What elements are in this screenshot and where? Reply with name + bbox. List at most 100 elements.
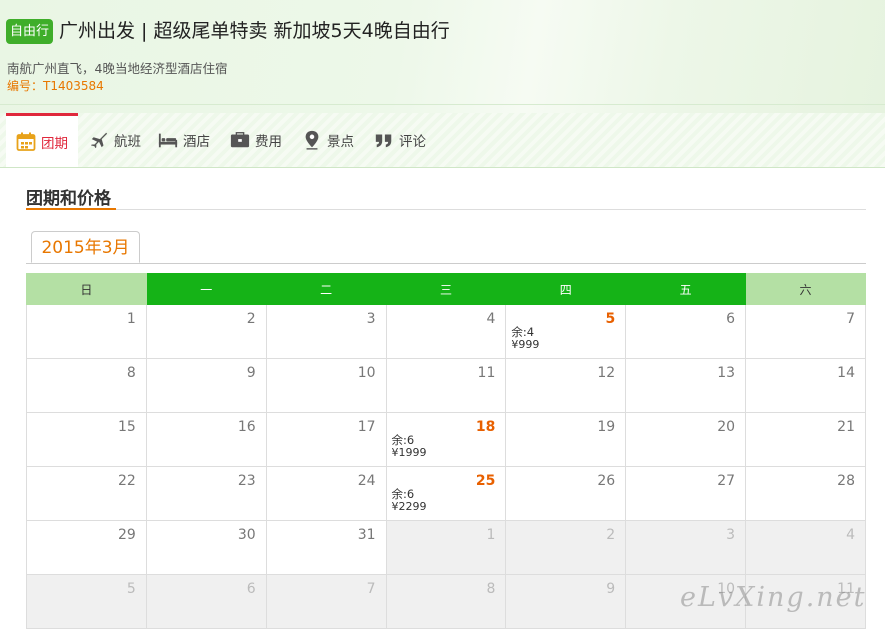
- day-number: 7: [366, 581, 376, 597]
- calendar-week-row: 8 9 10 11 12 13 14: [26, 358, 866, 413]
- weekday-header: 六: [745, 273, 866, 305]
- calendar-day: 28: [745, 466, 866, 521]
- day-price: ¥1999: [391, 446, 427, 459]
- day-number: 6: [246, 581, 256, 597]
- tab-label: 酒店: [183, 134, 210, 150]
- calendar-day: 7: [265, 574, 387, 629]
- day-number: 1: [486, 527, 496, 543]
- day-number: 7: [846, 311, 855, 327]
- day-number: 28: [837, 473, 855, 489]
- weekday-header: 四: [505, 273, 627, 305]
- tab-hotel[interactable]: 酒店: [157, 113, 210, 167]
- section-divider: [26, 209, 866, 210]
- calendar-day: 8: [26, 358, 147, 413]
- weekday-header: 日: [26, 273, 147, 305]
- calendar-day-available[interactable]: 5 余:4 ¥999: [505, 304, 627, 359]
- day-number: 26: [597, 473, 616, 489]
- day-number: 31: [357, 527, 376, 543]
- quote-icon: [373, 129, 395, 151]
- calendar-day-available[interactable]: 18 余:6 ¥1999: [385, 412, 507, 467]
- day-number: 18: [475, 419, 496, 435]
- product-type-badge: 自由行: [6, 19, 53, 44]
- calendar-day: 21: [745, 412, 866, 467]
- location-pin-icon: [301, 129, 323, 151]
- calendar-icon: [15, 131, 37, 153]
- calendar-day-available[interactable]: 25 余:6 ¥2299: [385, 466, 507, 521]
- tab-label: 景点: [327, 134, 354, 150]
- product-header: 自由行 广州出发 | 超级尾单特卖 新加坡5天4晚自由行 南航广州直飞，4晚当地…: [0, 0, 885, 113]
- day-number: 5: [605, 311, 616, 327]
- day-number: 3: [366, 311, 376, 327]
- bed-icon: [157, 129, 179, 151]
- departure-calendar: 日一二三四五六 1 2 3 4 5 余:4 ¥999 6 7 8 9 10 11 12 13 14 15 16 17…: [26, 273, 866, 629]
- day-number: 17: [357, 419, 376, 435]
- day-number: 12: [597, 365, 616, 381]
- calendar-day: 11: [385, 358, 507, 413]
- calendar-day: 4: [385, 304, 507, 359]
- calendar-day: 17: [265, 412, 387, 467]
- weekday-header-row: 日一二三四五六: [26, 273, 866, 305]
- calendar-day: 20: [625, 412, 747, 467]
- day-number: 8: [126, 365, 136, 381]
- day-number: 6: [726, 311, 736, 327]
- day-number: 2: [246, 311, 256, 327]
- day-number: 3: [726, 527, 736, 543]
- day-number: 5: [126, 581, 136, 597]
- day-number: 24: [357, 473, 376, 489]
- month-tabs-divider: [26, 263, 866, 264]
- day-price: ¥999: [511, 338, 540, 351]
- calendar-day: 31: [265, 520, 387, 575]
- day-number: 16: [237, 419, 256, 435]
- tab-fees[interactable]: 费用: [229, 113, 282, 167]
- day-number: 8: [486, 581, 496, 597]
- calendar-day: 9: [145, 358, 267, 413]
- calendar-day: 1: [26, 304, 147, 359]
- tab-label: 团期: [41, 135, 68, 152]
- calendar-day: 9: [505, 574, 627, 629]
- month-tab[interactable]: 2015年3月: [31, 231, 140, 263]
- section-underline: [26, 208, 116, 210]
- calendar-week-row: 15 16 17 18 余:6 ¥1999 19 20 21: [26, 412, 866, 467]
- day-number: 1: [126, 311, 136, 327]
- calendar-day: 16: [145, 412, 267, 467]
- calendar-day: 30: [145, 520, 267, 575]
- calendar-day: 13: [625, 358, 747, 413]
- tab-attractions[interactable]: 景点: [301, 113, 354, 167]
- day-price: ¥2299: [391, 500, 427, 513]
- wallet-icon: [229, 129, 251, 151]
- calendar-day: 19: [505, 412, 627, 467]
- calendar-day: 2: [505, 520, 627, 575]
- day-number: 27: [717, 473, 736, 489]
- calendar-day: 12: [505, 358, 627, 413]
- day-number: 9: [606, 581, 616, 597]
- tab-dates[interactable]: 团期: [6, 113, 78, 167]
- calendar-day: 2: [145, 304, 267, 359]
- calendar-day: 23: [145, 466, 267, 521]
- calendar-day: 5: [26, 574, 147, 629]
- tab-label: 费用: [255, 134, 282, 150]
- calendar-day: 1: [385, 520, 507, 575]
- weekday-header: 一: [145, 273, 267, 305]
- calendar-week-row: 22 23 24 25 余:6 ¥2299 26 27 28: [26, 466, 866, 521]
- calendar-day: 8: [385, 574, 507, 629]
- calendar-day: 26: [505, 466, 627, 521]
- calendar-day: 4: [745, 520, 866, 575]
- day-number: 4: [846, 527, 855, 543]
- tab-comments[interactable]: 评论: [373, 113, 426, 167]
- calendar-week-row: 29 30 31 1 2 3 4: [26, 520, 866, 575]
- weekday-header: 二: [265, 273, 387, 305]
- product-subtitle: 南航广州直飞，4晚当地经济型酒店住宿: [7, 61, 228, 76]
- product-title: 广州出发 | 超级尾单特卖 新加坡5天4晚自由行: [59, 20, 450, 42]
- tab-label: 航班: [114, 134, 141, 150]
- calendar-day: 10: [265, 358, 387, 413]
- day-number: 23: [237, 473, 256, 489]
- day-number: 14: [837, 365, 855, 381]
- weekday-header: 三: [385, 273, 507, 305]
- detail-tabs: 团期 航班 酒店 费用 景点 评论: [0, 113, 885, 168]
- tab-flights[interactable]: 航班: [88, 113, 141, 167]
- day-number: 2: [606, 527, 616, 543]
- day-number: 15: [118, 419, 136, 435]
- day-number: 29: [118, 527, 136, 543]
- day-number: 30: [237, 527, 256, 543]
- section-title: 团期和价格: [26, 189, 111, 209]
